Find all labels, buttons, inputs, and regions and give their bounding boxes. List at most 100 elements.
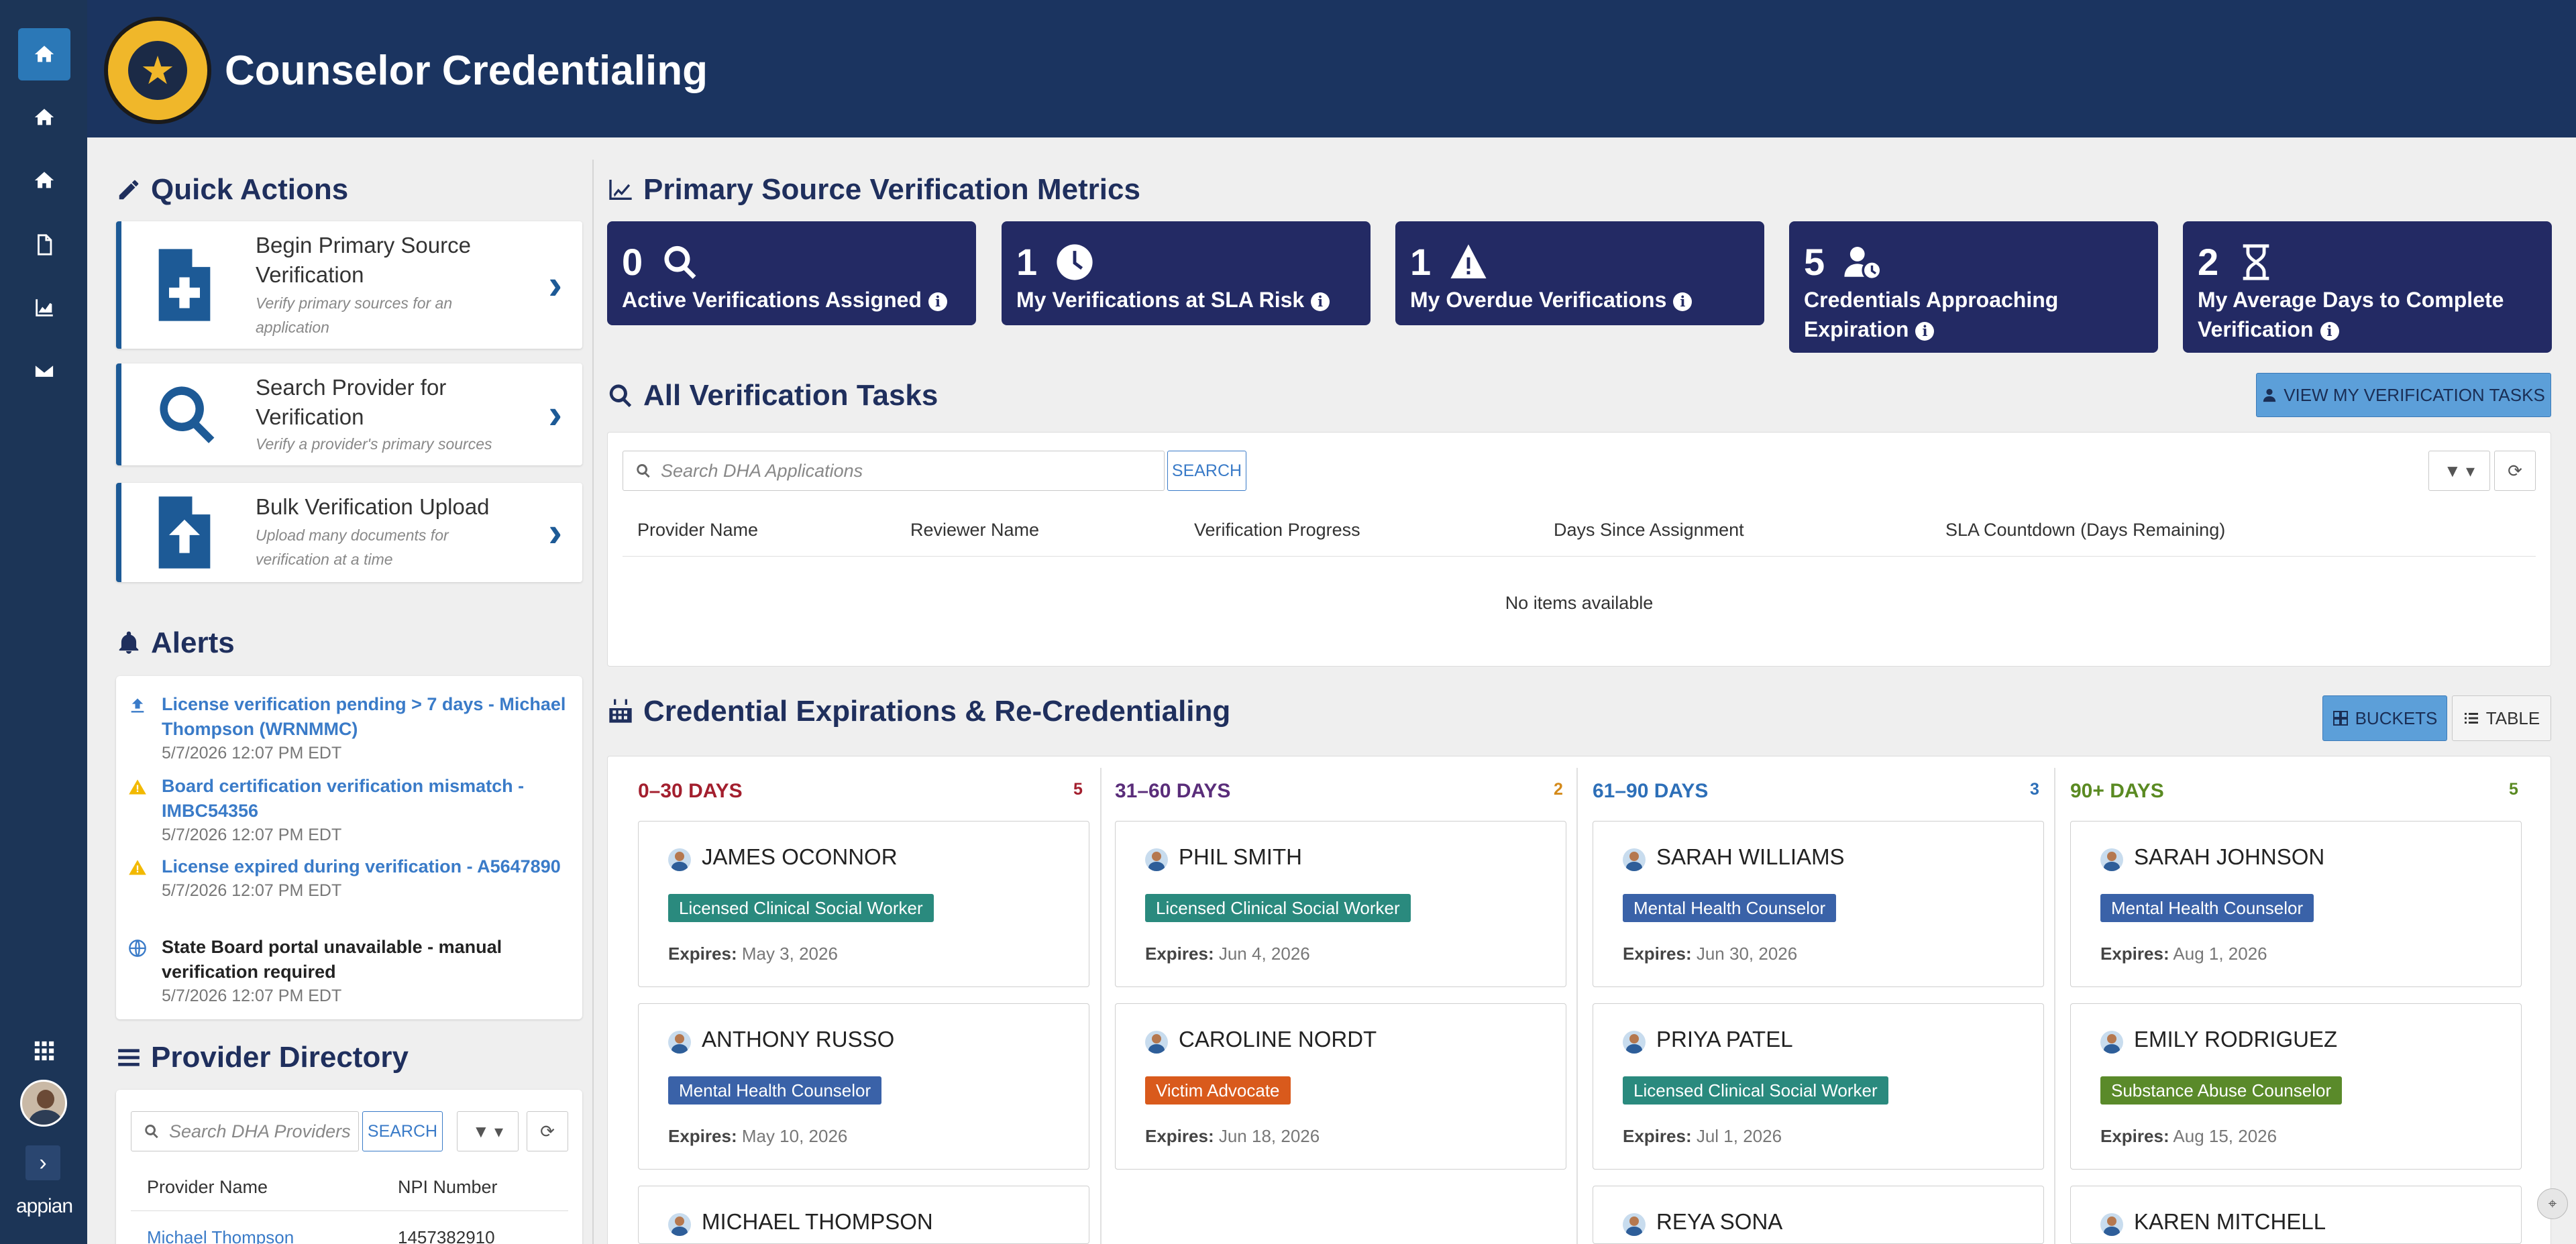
quick-action-title: Search Provider for Verification	[256, 375, 447, 429]
table-view-toggle[interactable]: TABLE	[2452, 695, 2551, 741]
home-icon[interactable]	[18, 154, 70, 207]
provider-card[interactable]: MICHAEL THOMPSON	[638, 1186, 1089, 1244]
info-icon[interactable]: i	[1915, 321, 1935, 341]
home-icon[interactable]	[18, 91, 70, 144]
chevron-right-icon: ›	[548, 391, 562, 438]
metric-value: 5	[1804, 241, 1825, 283]
chevron-right-icon: ›	[548, 262, 562, 308]
quick-action-bulk-upload[interactable]: Bulk Verification Upload Upload many doc…	[116, 483, 582, 582]
view-my-verification-tasks-button[interactable]: VIEW MY VERIFICATION TASKS	[2256, 373, 2551, 417]
home-icon[interactable]	[18, 28, 70, 80]
quick-action-search-provider[interactable]: Search Provider for Verification Verify …	[116, 363, 582, 465]
filter-dropdown-button[interactable]: ▼ ▾	[457, 1111, 519, 1151]
quick-action-subtitle: Verify primary sources for an applicatio…	[256, 294, 453, 336]
left-navigation-rail: › appian	[0, 0, 87, 1244]
alert-item[interactable]: License expired during verification - A5…	[129, 854, 571, 902]
provider-card[interactable]: PRIYA PATEL Licensed Clinical Social Wor…	[1593, 1003, 2044, 1170]
bucket-divider	[1576, 768, 1578, 1244]
search-icon	[637, 464, 650, 478]
provider-name: SARAH WILLIAMS	[1656, 844, 1845, 869]
provider-name: REYA SONA	[1656, 1209, 1783, 1234]
avatar	[2100, 1031, 2123, 1054]
chevron-right-icon: ›	[548, 509, 562, 556]
filter-dropdown-button[interactable]: ▼ ▾	[2428, 451, 2490, 491]
user-clock-icon	[1843, 243, 1882, 282]
buckets-view-toggle[interactable]: BUCKETS	[2322, 695, 2447, 741]
metric-tile[interactable]: 1 My Verifications at SLA Risk i	[1002, 221, 1371, 325]
provider-name-link[interactable]: Michael Thompson	[147, 1227, 294, 1244]
expiration-date: Expires: Aug 15, 2026	[2100, 1126, 2277, 1146]
provider-name: SARAH JOHNSON	[2134, 844, 2325, 869]
metric-tile[interactable]: 2 My Average Days to Complete Verificati…	[2183, 221, 2552, 353]
metric-tile[interactable]: 0 Active Verifications Assigned i	[607, 221, 976, 325]
provider-name: PHIL SMITH	[1179, 844, 1302, 869]
quick-action-begin-verification[interactable]: Begin Primary Source Verification Verify…	[116, 221, 582, 349]
provider-card[interactable]: SARAH JOHNSON Mental Health Counselor Ex…	[2070, 821, 2522, 987]
clock-icon	[1055, 243, 1094, 282]
bell-icon	[119, 631, 139, 654]
role-badge: Mental Health Counselor	[1623, 894, 1837, 922]
bucket-label-61-90: 61–90 DAYS	[1593, 780, 1709, 802]
info-icon[interactable]: i	[1311, 292, 1330, 311]
metric-tile[interactable]: 1 My Overdue Verifications i	[1395, 221, 1764, 325]
column-header[interactable]: Verification Progress	[1194, 520, 1360, 541]
column-header[interactable]: SLA Countdown (Days Remaining)	[1945, 520, 2225, 541]
metric-tile[interactable]: 5 Credentials Approaching Expiration i	[1789, 221, 2158, 353]
empty-state-text: No items available	[1505, 593, 1654, 613]
column-header-provider-name[interactable]: Provider Name	[147, 1177, 268, 1198]
globe-icon	[129, 940, 146, 957]
role-badge: Licensed Clinical Social Worker	[1145, 894, 1411, 922]
metric-value: 2	[2198, 241, 2219, 283]
mail-icon[interactable]	[18, 345, 70, 397]
column-header-npi[interactable]: NPI Number	[398, 1177, 498, 1198]
chart-icon[interactable]	[18, 282, 70, 334]
column-header[interactable]: Days Since Assignment	[1554, 520, 1744, 541]
search-icon	[154, 381, 221, 448]
provider-search-button[interactable]: SEARCH	[362, 1111, 443, 1151]
avatar	[668, 1031, 691, 1054]
provider-card[interactable]: EMILY RODRIGUEZ Substance Abuse Counselo…	[2070, 1003, 2522, 1170]
role-badge: Victim Advocate	[1145, 1076, 1291, 1105]
column-header[interactable]: Reviewer Name	[910, 520, 1039, 541]
user-avatar[interactable]	[20, 1080, 67, 1127]
line-chart-icon	[609, 180, 632, 200]
role-badge: Mental Health Counselor	[668, 1076, 882, 1105]
provider-name: PRIYA PATEL	[1656, 1027, 1793, 1052]
metric-value: 0	[622, 241, 643, 283]
provider-card[interactable]: SARAH WILLIAMS Mental Health Counselor E…	[1593, 821, 2044, 987]
provider-card[interactable]: ANTHONY RUSSO Mental Health Counselor Ex…	[638, 1003, 1089, 1170]
refresh-icon[interactable]: ⟳	[2494, 451, 2536, 491]
document-icon[interactable]	[18, 219, 70, 271]
column-header[interactable]: Provider Name	[637, 520, 758, 541]
apps-grid-icon[interactable]	[18, 1025, 70, 1077]
provider-card[interactable]: REYA SONA	[1593, 1186, 2044, 1244]
alert-timestamp: 5/7/2026 12:07 PM EDT	[162, 881, 342, 900]
provider-card[interactable]: JAMES OCONNOR Licensed Clinical Social W…	[638, 821, 1089, 987]
alert-text: State Board portal unavailable - manual …	[162, 937, 502, 982]
avatar	[1623, 1213, 1646, 1236]
role-badge: Mental Health Counselor	[2100, 894, 2314, 922]
search-icon	[145, 1125, 158, 1139]
info-icon[interactable]: i	[1673, 292, 1693, 311]
application-search-button[interactable]: SEARCH	[1167, 451, 1246, 491]
metric-value: 1	[1016, 241, 1038, 283]
alert-link[interactable]: Board certification verification mismatc…	[162, 774, 571, 824]
column-divider	[592, 160, 594, 1244]
refresh-icon[interactable]: ⟳	[527, 1111, 568, 1151]
alert-item[interactable]: Board certification verification mismatc…	[129, 774, 571, 846]
provider-name: MICHAEL THOMPSON	[702, 1209, 933, 1234]
expand-rail-button[interactable]: ›	[25, 1145, 60, 1180]
alert-link[interactable]: License verification pending > 7 days - …	[162, 692, 571, 742]
application-search-input[interactable]: Search DHA Applications	[623, 451, 1165, 491]
provider-card[interactable]: KAREN MITCHELL	[2070, 1186, 2522, 1244]
info-icon[interactable]: i	[2320, 321, 2339, 341]
alert-link[interactable]: License expired during verification - A5…	[162, 854, 571, 879]
avatar	[1623, 1031, 1646, 1054]
provider-card[interactable]: PHIL SMITH Licensed Clinical Social Work…	[1115, 821, 1566, 987]
info-icon[interactable]: i	[928, 292, 947, 311]
expiration-date: Expires: Jul 1, 2026	[1623, 1126, 1782, 1146]
provider-search-input[interactable]: Search DHA Providers	[131, 1111, 359, 1151]
provider-card[interactable]: CAROLINE NORDT Victim Advocate Expires: …	[1115, 1003, 1566, 1170]
cursor-select-icon[interactable]: ⌖	[2537, 1188, 2568, 1219]
alert-item[interactable]: License verification pending > 7 days - …	[131, 692, 571, 765]
